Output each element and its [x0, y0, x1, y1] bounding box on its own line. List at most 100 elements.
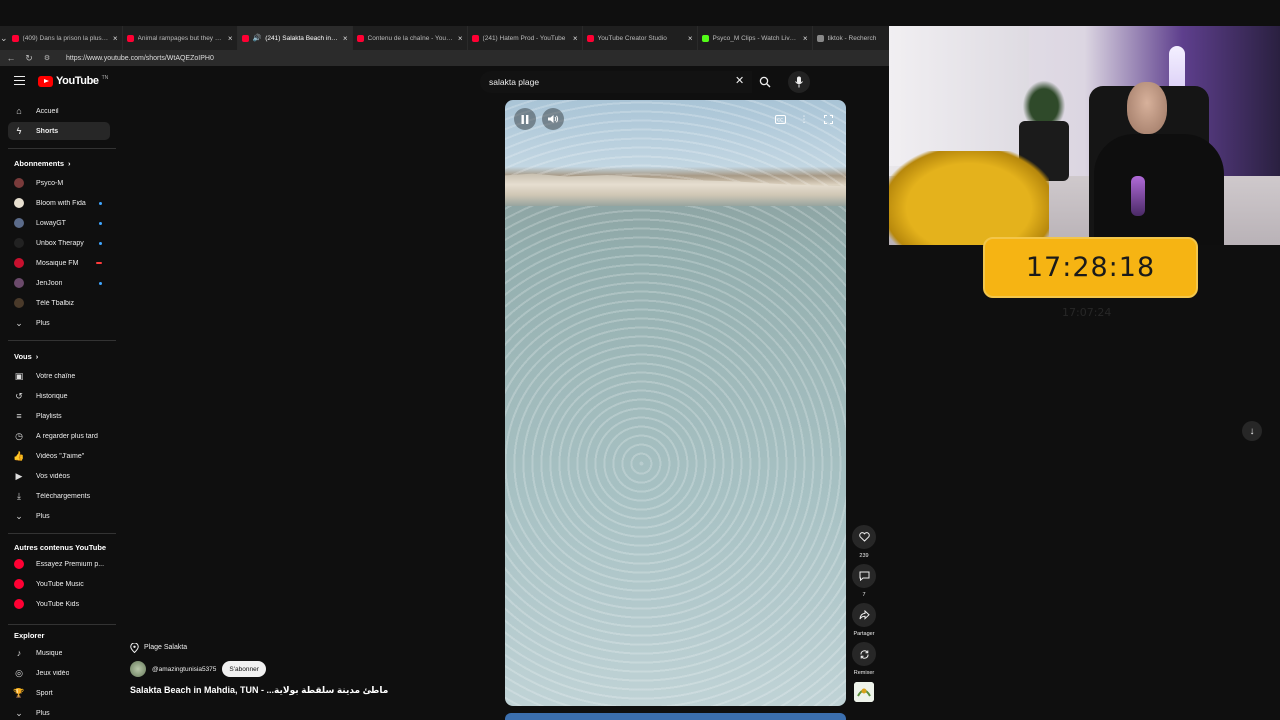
- shorts-video-player[interactable]: CC ⋮: [505, 100, 846, 706]
- tab-close-icon[interactable]: ×: [573, 34, 578, 43]
- youtube-product-icon: [14, 579, 24, 589]
- microphone-icon: [795, 76, 803, 88]
- next-short-button[interactable]: ↓: [1242, 421, 1262, 441]
- next-short-preview[interactable]: [505, 713, 846, 720]
- menu-icon[interactable]: [14, 76, 25, 85]
- pause-button[interactable]: [514, 108, 536, 130]
- tab-favicon-icon: [356, 34, 364, 42]
- sidebar-other-item[interactable]: YouTube Kids: [8, 595, 110, 613]
- sidebar-subscription-item[interactable]: Bloom with Fida: [8, 194, 110, 212]
- sidebar-divider: [8, 340, 116, 341]
- location-label: Plage Salakta: [144, 644, 188, 651]
- sidebar-you-item[interactable]: ↺ Historique: [8, 387, 110, 405]
- channel-avatar: [14, 258, 24, 268]
- sidebar-explore-item[interactable]: 🏆 Sport: [8, 684, 110, 702]
- remix-button[interactable]: [852, 642, 876, 666]
- sidebar-you-more[interactable]: ⌄ Plus: [8, 507, 110, 525]
- sidebar-other-item[interactable]: Essayez Premium p...: [8, 555, 110, 573]
- sidebar-item-label: Mosaique FM: [36, 259, 79, 267]
- sidebar-item-label: Musique: [36, 649, 63, 657]
- youtube-play-icon: [38, 75, 53, 87]
- tab-close-icon[interactable]: ×: [228, 34, 233, 43]
- tab-audio-icon[interactable]: 🔊: [253, 34, 262, 42]
- browser-tab[interactable]: (409) Dans la prison la plus surp ×: [8, 26, 123, 50]
- tab-close-icon[interactable]: ×: [113, 34, 118, 43]
- sidebar-you-item[interactable]: ◷ À regarder plus tard: [8, 427, 110, 445]
- sidebar-you-item[interactable]: ▶ Vos vidéos: [8, 467, 110, 485]
- sidebar-section-other: Autres contenus YouTube: [14, 543, 106, 552]
- sidebar-subscription-item[interactable]: Télé Tbalbiz: [8, 294, 110, 312]
- search-icon: [759, 76, 771, 88]
- sidebar-you-item[interactable]: ⤓ Téléchargements: [8, 487, 110, 505]
- like-button[interactable]: [852, 525, 876, 549]
- sound-thumbnail[interactable]: [854, 682, 874, 702]
- more-options-button[interactable]: ⋮: [797, 112, 811, 126]
- fullscreen-button[interactable]: [821, 112, 835, 126]
- location-chip[interactable]: Plage Salakta: [130, 640, 187, 655]
- sidebar-section-vous[interactable]: Vous ›: [14, 352, 38, 361]
- webcam-yellow-pillow: [889, 151, 1049, 245]
- volume-button[interactable]: [542, 108, 564, 130]
- browser-tab[interactable]: Animal rampages but they get i ×: [123, 26, 238, 50]
- clear-search-icon[interactable]: ✕: [735, 74, 744, 87]
- sidebar-subscription-item[interactable]: Psyco-M: [8, 174, 110, 192]
- site-info-icon[interactable]: ⚙: [42, 54, 52, 62]
- tab-close-icon[interactable]: ×: [458, 34, 463, 43]
- like-action[interactable]: 239: [852, 525, 876, 559]
- remix-action[interactable]: Remixer: [852, 642, 876, 676]
- sidebar-subscriptions-more[interactable]: ⌄ Plus: [8, 314, 110, 332]
- share-action[interactable]: Partager: [852, 603, 876, 637]
- video-title[interactable]: Salakta Beach in Mahdia, TUN - ...ماطئ م…: [130, 685, 388, 696]
- section-title: Explorer: [14, 631, 45, 640]
- channel-name[interactable]: @amazingtunisia5375: [152, 666, 216, 673]
- sidebar-subscription-item[interactable]: LowayGT: [8, 214, 110, 232]
- watch-later-icon: ◷: [15, 430, 23, 441]
- webcam-person-head: [1127, 82, 1167, 134]
- browser-address-bar: ← ↻ ⚙ https://www.youtube.com/shorts/WtA…: [0, 50, 890, 66]
- sidebar-you-item[interactable]: 👍 Vidéos "J'aime": [8, 447, 110, 465]
- comment-button[interactable]: [852, 564, 876, 588]
- tab-search-chevron-icon[interactable]: ⌄: [0, 26, 8, 50]
- channel-avatar: [14, 178, 24, 188]
- sidebar-subscription-item[interactable]: JenJoon: [8, 274, 110, 292]
- share-button[interactable]: [852, 603, 876, 627]
- tab-close-icon[interactable]: ×: [803, 34, 808, 43]
- sidebar-item-label: Shorts: [36, 127, 59, 135]
- reload-icon[interactable]: ↻: [24, 53, 34, 64]
- browser-tab[interactable]: Contenu de la chaîne - YouTube ×: [353, 26, 468, 50]
- sidebar-explore-more[interactable]: ⌄ Plus: [8, 704, 110, 720]
- comment-action[interactable]: 7: [852, 564, 876, 598]
- sidebar-divider: [8, 148, 116, 149]
- your-videos-icon: ▶: [15, 470, 23, 481]
- expand-icon: [823, 114, 833, 124]
- browser-tab[interactable]: 🔊(241) Salakta Beach in Mahd ×: [237, 26, 353, 50]
- sidebar-subscription-item[interactable]: Mosaique FM: [8, 254, 110, 272]
- sidebar-item-label: Unbox Therapy: [36, 239, 84, 247]
- search-button[interactable]: [752, 71, 778, 93]
- sidebar-item-label: À regarder plus tard: [36, 432, 98, 440]
- channel-avatar[interactable]: [130, 661, 146, 677]
- tab-title: (409) Dans la prison la plus surp: [22, 34, 109, 42]
- sound-logo-icon: [854, 682, 874, 702]
- sidebar-explore-item[interactable]: ◎ Jeux vidéo: [8, 664, 110, 682]
- back-arrow-icon[interactable]: ←: [6, 53, 16, 63]
- sidebar-subscription-item[interactable]: Unbox Therapy: [8, 234, 110, 252]
- browser-tab[interactable]: Psyco_M Clips - Watch Live on K ×: [698, 26, 813, 50]
- captions-button[interactable]: CC: [773, 112, 787, 126]
- youtube-logo[interactable]: YouTube TN: [38, 75, 108, 87]
- sidebar-you-item[interactable]: ≡ Playlists: [8, 407, 110, 425]
- voice-search-button[interactable]: [788, 71, 810, 93]
- tab-close-icon[interactable]: ×: [688, 34, 693, 43]
- search-input[interactable]: [489, 77, 729, 87]
- browser-tab[interactable]: (241) Hatem Prod - YouTube ×: [468, 26, 583, 50]
- subscribe-button[interactable]: S'abonner: [222, 661, 266, 677]
- sidebar-section-abonnements[interactable]: Abonnements ›: [14, 159, 71, 168]
- sidebar-explore-item[interactable]: ♪ Musique: [8, 644, 110, 662]
- sidebar-you-item[interactable]: ▣ Votre chaîne: [8, 367, 110, 385]
- browser-tab[interactable]: YouTube Creator Studio ×: [583, 26, 698, 50]
- tab-close-icon[interactable]: ×: [343, 34, 348, 43]
- url-field[interactable]: https://www.youtube.com/shorts/WtAQEZoIP…: [66, 55, 214, 62]
- sidebar-item-accueil[interactable]: ⌂ Accueil: [8, 102, 110, 120]
- sidebar-other-item[interactable]: YouTube Music: [8, 575, 110, 593]
- sidebar-item-shorts[interactable]: ϟ Shorts: [8, 122, 110, 140]
